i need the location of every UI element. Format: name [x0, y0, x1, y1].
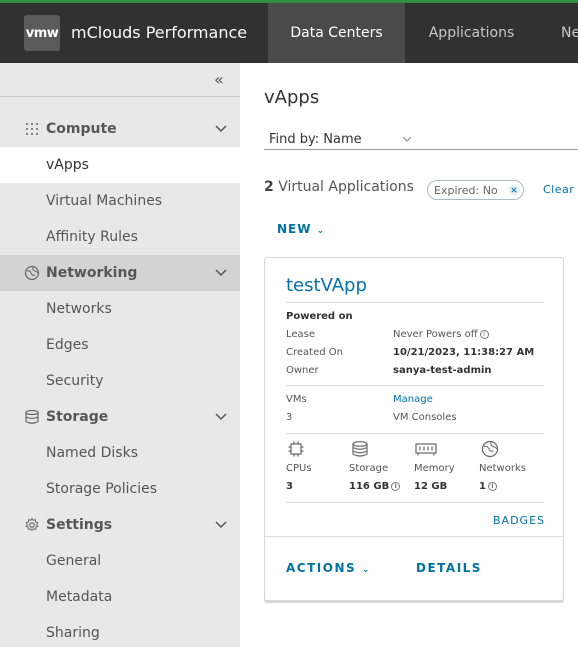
- filter-chip-expired[interactable]: Expired: No: [427, 180, 524, 200]
- top-header: vmw mClouds Performance Data Centers App…: [0, 0, 578, 63]
- new-button[interactable]: NEW ⌄: [277, 222, 325, 236]
- memory-icon: [415, 443, 437, 456]
- double-chevron-left-icon[interactable]: «: [214, 70, 224, 89]
- vapp-count: 2 Virtual Applications: [264, 179, 414, 195]
- resource-value: 3: [286, 481, 293, 492]
- info-icon[interactable]: i: [487, 481, 497, 491]
- globe-icon: [24, 265, 40, 281]
- chip-key: Expired:: [434, 183, 480, 197]
- card-footer-divider: [265, 536, 563, 537]
- vapp-name-link[interactable]: testVApp: [286, 275, 367, 296]
- sidebar-item-label: vApps: [46, 157, 89, 173]
- nav-label: Applications: [428, 25, 515, 41]
- sidebar-item-virtual-machines[interactable]: Virtual Machines: [0, 183, 240, 219]
- sidebar-item-label: Edges: [46, 337, 89, 353]
- grid-icon: [26, 123, 38, 135]
- vapp-status: Powered on: [286, 311, 353, 322]
- database-icon: [25, 409, 39, 424]
- sidebar-collapse-row: «: [0, 63, 240, 97]
- sidebar-section-networking[interactable]: Networking: [0, 255, 240, 291]
- sidebar-item-label: Sharing: [46, 625, 100, 641]
- lease-value: Never Powers off i: [393, 329, 489, 340]
- created-label: Created On: [286, 347, 343, 358]
- sidebar-item-metadata[interactable]: Metadata: [0, 579, 240, 615]
- badges-link[interactable]: BADGES: [493, 514, 545, 527]
- sidebar-item-label: Virtual Machines: [46, 193, 163, 209]
- sidebar-item-networks[interactable]: Networks: [0, 291, 240, 327]
- sidebar-item-security[interactable]: Security: [0, 363, 240, 399]
- sidebar-item-general[interactable]: General: [0, 543, 240, 579]
- resource-value: 1i: [479, 481, 497, 492]
- info-icon[interactable]: i: [479, 329, 489, 339]
- chip-value: No: [482, 183, 498, 197]
- vmware-logo[interactable]: vmw: [24, 15, 60, 51]
- nav-data-centers[interactable]: Data Centers: [268, 3, 405, 63]
- resource-label: CPUs: [286, 463, 312, 474]
- sidebar-item-label: General: [46, 553, 102, 569]
- globe-icon: [481, 440, 499, 458]
- chevron-down-icon[interactable]: [214, 410, 228, 424]
- created-value: 10/21/2023, 11:38:27 AM: [393, 347, 535, 358]
- sidebar-item-label: Metadata: [46, 589, 113, 605]
- lease-label: Lease: [286, 329, 316, 340]
- chevron-down-icon[interactable]: [214, 122, 228, 136]
- sidebar-section-label: Compute: [46, 121, 117, 137]
- sidebar-item-label: Affinity Rules: [46, 229, 138, 245]
- sidebar-item-edges[interactable]: Edges: [0, 327, 240, 363]
- find-by-text: Find by: Name: [269, 132, 362, 147]
- chevron-down-icon[interactable]: [214, 266, 228, 280]
- clear-filters-link[interactable]: Clear: [543, 183, 574, 196]
- nav-label: Ne: [561, 25, 578, 41]
- owner-value: sanya-test-admin: [393, 365, 492, 376]
- sidebar-item-label: Networks: [46, 301, 112, 317]
- vms-label: VMs: [286, 394, 307, 405]
- sidebar-item-sharing[interactable]: Sharing: [0, 615, 240, 647]
- nav-networking-truncated[interactable]: Ne: [561, 3, 578, 63]
- sidebar-section-compute[interactable]: Compute: [0, 111, 240, 147]
- sidebar-item-vapps[interactable]: vApps: [0, 147, 240, 183]
- sidebar-item-label: Named Disks: [46, 445, 139, 461]
- divider: [286, 502, 544, 503]
- find-by-select[interactable]: Find by: Name: [264, 126, 578, 150]
- nav-applications[interactable]: Applications: [405, 3, 538, 63]
- sidebar-section-settings[interactable]: Settings: [0, 507, 240, 543]
- info-icon[interactable]: i: [391, 481, 401, 491]
- sidebar: « Compute vApps Virtual Machines Affinit…: [0, 63, 240, 647]
- owner-label: Owner: [286, 365, 319, 376]
- sidebar-section-storage[interactable]: Storage: [0, 399, 240, 435]
- divider: [286, 302, 544, 303]
- sidebar-section-label: Networking: [46, 265, 138, 281]
- sidebar-item-storage-policies[interactable]: Storage Policies: [0, 471, 240, 507]
- resource-label: Memory: [414, 463, 455, 474]
- app-title: mClouds Performance: [71, 23, 248, 42]
- sidebar-item-label: Security: [46, 373, 104, 389]
- resource-value: 116 GB i: [349, 481, 401, 492]
- page-title: vApps: [264, 87, 320, 108]
- actions-dropdown[interactable]: ACTIONS ⌄: [286, 561, 371, 575]
- resource-label: Storage: [349, 463, 389, 474]
- sidebar-section-label: Settings: [46, 517, 113, 533]
- chevron-down-icon[interactable]: [214, 518, 228, 532]
- database-icon: [352, 441, 368, 457]
- sidebar-item-affinity-rules[interactable]: Affinity Rules: [0, 219, 240, 255]
- details-button[interactable]: DETAILS: [416, 561, 482, 575]
- manage-link[interactable]: Manage: [393, 394, 433, 405]
- close-icon[interactable]: [508, 184, 520, 196]
- vm-consoles-link[interactable]: VM Consoles: [393, 412, 457, 423]
- cpu-icon: [288, 441, 304, 457]
- sidebar-section-label: Storage: [46, 409, 109, 425]
- gear-icon: [25, 517, 39, 532]
- vapp-card: testVApp Powered on Lease Never Powers o…: [264, 257, 564, 601]
- sidebar-item-named-disks[interactable]: Named Disks: [0, 435, 240, 471]
- chevron-down-icon: [402, 136, 412, 142]
- sidebar-item-label: Storage Policies: [46, 481, 158, 497]
- divider: [286, 385, 544, 386]
- resource-label: Networks: [479, 463, 526, 474]
- divider: [286, 433, 544, 434]
- vms-count: 3: [286, 412, 293, 423]
- nav-label: Data Centers: [290, 25, 383, 41]
- resource-value: 12 GB: [414, 481, 448, 492]
